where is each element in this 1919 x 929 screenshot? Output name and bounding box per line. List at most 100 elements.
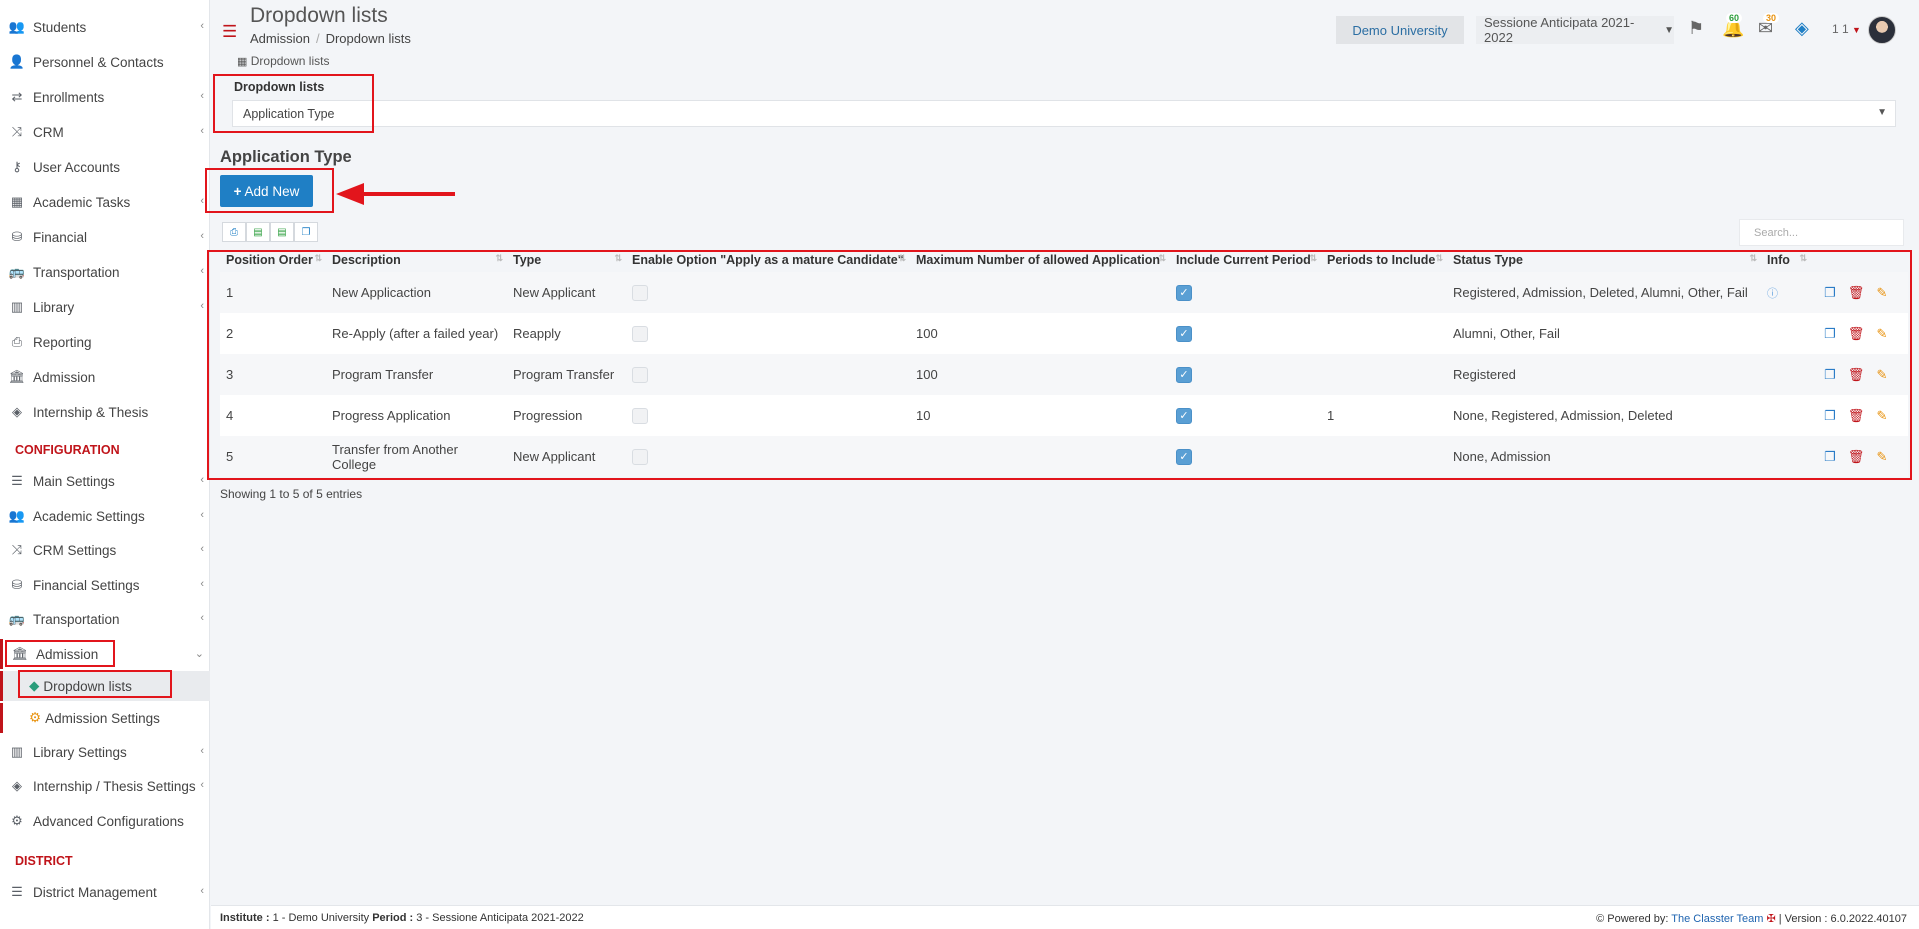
sidebar-item[interactable]: ▥ Library Settings ‹: [0, 737, 210, 767]
flag-icon[interactable]: ⚑: [1688, 18, 1704, 39]
excel-icon[interactable]: ▤: [246, 222, 270, 242]
selected-value: Application Type: [243, 107, 335, 121]
sort-icon: ⇅: [1309, 253, 1317, 263]
checkbox[interactable]: [632, 366, 648, 383]
students-icon: 👥: [8, 19, 26, 34]
info-icon[interactable]: ⓘ: [1767, 288, 1778, 300]
dropdown-list-select[interactable]: Application Type ▼: [232, 100, 1896, 127]
sidebar-item[interactable]: 👥 Academic Settings ‹: [0, 501, 210, 531]
pencil-icon[interactable]: ✎: [1869, 285, 1895, 301]
copy-icon[interactable]: ❐: [1817, 326, 1843, 342]
trash-icon[interactable]: 🗑: [1843, 367, 1869, 383]
checkbox[interactable]: [632, 325, 648, 342]
checkbox[interactable]: [632, 284, 648, 301]
sidebar-item[interactable]: ▦ Academic Tasks ‹: [0, 187, 210, 217]
sidebar-item[interactable]: ⛁ Financial Settings ‹: [0, 570, 210, 600]
pencil-icon[interactable]: ✎: [1869, 367, 1895, 383]
sidebar-item[interactable]: 🏛 Admission: [0, 362, 210, 392]
cell-mature-option: [626, 436, 910, 477]
trash-icon[interactable]: 🗑: [1843, 285, 1869, 301]
footer: Institute : 1 - Demo University Period :…: [211, 905, 1919, 929]
column-header[interactable]: Include Current Period ⇅: [1170, 247, 1321, 272]
copy-icon[interactable]: ❐: [1817, 285, 1843, 301]
column-header-label: Position Order: [226, 252, 313, 267]
copy-icon[interactable]: ❐: [1817, 408, 1843, 424]
table-row: 5 Transfer from Another College New Applic…: [220, 436, 1908, 477]
cell-position-order: 3: [220, 354, 326, 395]
powered-label: Powered by:: [1607, 913, 1669, 925]
layers-icon[interactable]: ◈: [1795, 18, 1809, 39]
cell-status-type: None, Admission: [1447, 436, 1761, 477]
sidebar-item-label: Financial Settings: [33, 577, 140, 593]
checkbox[interactable]: ✓: [1176, 366, 1192, 383]
tab-dropdown-lists[interactable]: ▦ Dropdown lists: [237, 54, 329, 68]
sidebar-item[interactable]: ⤨ CRM Settings ‹: [0, 535, 210, 565]
sidebar-subitem-dropdown-lists[interactable]: ◆ Dropdown lists: [0, 671, 210, 701]
checkbox[interactable]: [632, 448, 648, 465]
breadcrumb-item-admission[interactable]: Admission: [250, 31, 310, 46]
sidebar-item[interactable]: 👤 Personnel & Contacts: [0, 47, 210, 77]
pencil-icon[interactable]: ✎: [1869, 408, 1895, 424]
chevron-left-icon: ‹: [200, 125, 204, 137]
column-header[interactable]: Info ⇅: [1761, 247, 1811, 272]
column-header-label: Status Type: [1453, 252, 1523, 267]
cell-description: Program Transfer: [326, 354, 507, 395]
checkbox[interactable]: [632, 407, 648, 424]
csv-icon[interactable]: ▤: [270, 222, 294, 242]
column-header[interactable]: Maximum Number of allowed Application ⇅: [910, 247, 1170, 272]
column-header[interactable]: Type ⇅: [507, 247, 626, 272]
caret-down-icon: ▼: [1852, 25, 1861, 35]
column-header[interactable]: Enable Option "Apply as a mature Candida…: [626, 247, 910, 272]
sidebar-subitem-admission-settings[interactable]: ⚙ Admission Settings: [0, 703, 210, 733]
sidebar-item[interactable]: ◈ Internship & Thesis: [0, 397, 210, 427]
sidebar-item[interactable]: ☰ Main Settings ‹: [0, 466, 210, 496]
sidebar-item[interactable]: ⎙ Reporting: [0, 327, 210, 357]
pencil-icon[interactable]: ✎: [1869, 449, 1895, 465]
sort-icon: ⇅: [898, 253, 906, 263]
sidebar-item[interactable]: 🚌 Transportation ‹: [0, 257, 210, 287]
column-header[interactable]: Periods to Include ⇅: [1321, 247, 1447, 272]
sidebar-item[interactable]: ⤨ CRM ‹: [0, 117, 210, 147]
checkbox[interactable]: ✓: [1176, 448, 1192, 465]
column-header[interactable]: Position Order ⇅: [220, 247, 326, 272]
session-dropdown[interactable]: Sessione Anticipata 2021-2022 ▼: [1476, 15, 1674, 45]
sidebar-item[interactable]: ☰ District Management ‹: [0, 877, 210, 907]
cell-include-current: ✓: [1170, 354, 1321, 395]
add-new-button[interactable]: + Add New: [220, 175, 313, 207]
cell-type: New Applicant: [507, 436, 626, 477]
cell-status-type: Registered: [1447, 354, 1761, 395]
sidebar-item-label: Main Settings: [33, 473, 115, 489]
cell-status-type: Alumni, Other, Fail: [1447, 313, 1761, 354]
checkbox[interactable]: ✓: [1176, 325, 1192, 342]
sidebar-item[interactable]: ⚷ User Accounts: [0, 152, 210, 182]
copy-icon[interactable]: ❐: [1817, 367, 1843, 383]
user-menu[interactable]: 1 1 ▼: [1832, 22, 1861, 36]
sidebar-item[interactable]: 🚌 Transportation ‹: [0, 604, 210, 634]
checkbox[interactable]: ✓: [1176, 284, 1192, 301]
sidebar-item[interactable]: ⇄ Enrollments ‹: [0, 82, 210, 112]
menu-toggle-icon[interactable]: ☰: [222, 22, 237, 42]
institution-button[interactable]: Demo University: [1336, 16, 1464, 44]
sidebar-item[interactable]: ⚙ Advanced Configurations: [0, 806, 210, 836]
avatar[interactable]: [1868, 16, 1896, 44]
sidebar-item[interactable]: 🏛 Admission ⌄: [0, 639, 210, 669]
trash-icon[interactable]: 🗑: [1843, 408, 1869, 424]
sidebar-item[interactable]: ⛁ Financial ‹: [0, 222, 210, 252]
column-header[interactable]: Description ⇅: [326, 247, 507, 272]
sidebar-item[interactable]: ◈ Internship / Thesis Settings ‹: [0, 771, 210, 801]
copy-icon[interactable]: ❐: [294, 222, 318, 242]
column-header[interactable]: Status Type ⇅: [1447, 247, 1761, 272]
classter-link[interactable]: The Classter Team: [1671, 913, 1763, 925]
tab-label: Dropdown lists: [250, 54, 330, 68]
cell-mature-option: [626, 272, 910, 313]
search-input[interactable]: Search...: [1739, 219, 1904, 246]
books-icon: ▥: [10, 744, 24, 759]
print-icon[interactable]: ⎙: [222, 222, 246, 242]
trash-icon[interactable]: 🗑: [1843, 326, 1869, 342]
checkbox[interactable]: ✓: [1176, 407, 1192, 424]
trash-icon[interactable]: 🗑: [1843, 449, 1869, 465]
sidebar-item[interactable]: 👥 Students ‹: [0, 12, 210, 42]
copy-icon[interactable]: ❐: [1817, 449, 1843, 465]
pencil-icon[interactable]: ✎: [1869, 326, 1895, 342]
sidebar-item[interactable]: ▥ Library ‹: [0, 292, 210, 322]
